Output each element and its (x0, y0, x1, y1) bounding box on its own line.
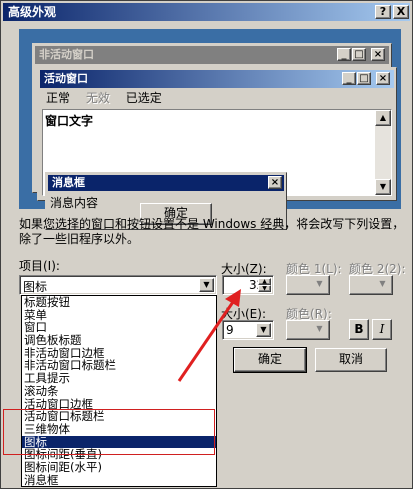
advanced-appearance-dialog: 高级外观 ? X 非活动窗口 _ □ × 活动窗口 _ □ × 正常 无效 已选… (0, 0, 413, 489)
annotation-arrow-overlay (177, 289, 241, 382)
annotation-arrow-line (177, 298, 237, 382)
